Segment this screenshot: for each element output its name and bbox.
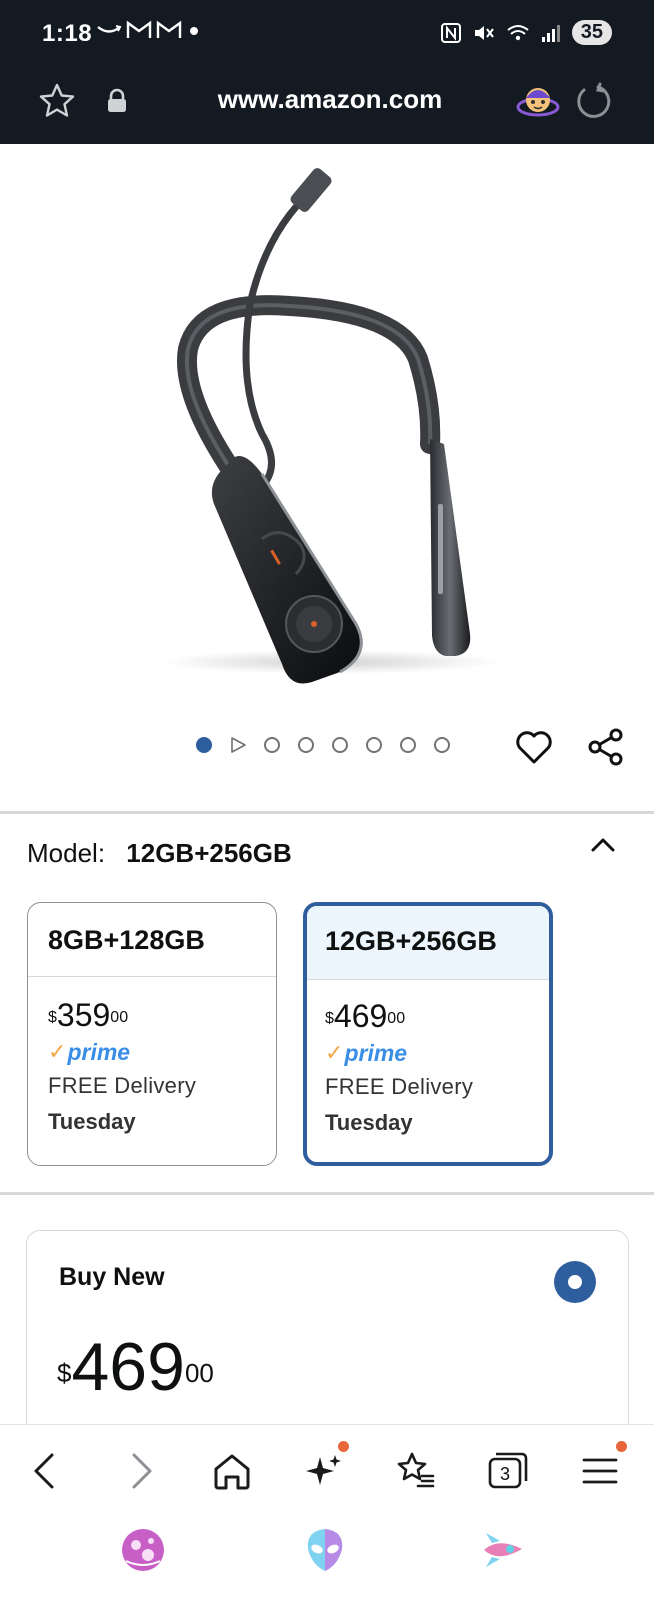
model-selector-header[interactable]: Model: 12GB+256GB: [27, 838, 292, 869]
galaxy-sticker-icon[interactable]: [118, 1525, 168, 1575]
carousel-dot[interactable]: [400, 737, 416, 753]
prime-check-icon: ✓: [325, 1040, 344, 1065]
variant-price: $35900: [48, 997, 256, 1033]
carousel-dot[interactable]: [264, 737, 280, 753]
extension-avatar-icon[interactable]: [516, 80, 560, 124]
currency-symbol: $: [48, 1009, 57, 1026]
delivery-text: FREE Delivery: [48, 1073, 197, 1098]
amazon-smile-icon: [97, 25, 122, 33]
notification-dot: [616, 1441, 627, 1452]
carousel-dots: [196, 737, 450, 753]
price-cents: 00: [110, 1009, 129, 1026]
currency-symbol: $: [325, 1010, 334, 1027]
browser-bottom-nav: 3: [0, 1424, 654, 1600]
model-label: Model:: [27, 838, 106, 868]
image-carousel-controls: [0, 725, 654, 769]
buy-new-price: $46900: [57, 1327, 214, 1407]
nfc-icon: [440, 22, 461, 43]
gmail-icon: [126, 20, 152, 38]
price-whole: 469: [71, 1329, 185, 1405]
buy-new-title: Buy New: [59, 1263, 165, 1291]
carousel-dot[interactable]: [332, 737, 348, 753]
section-divider: [0, 811, 654, 814]
prime-text: prime: [344, 1039, 408, 1066]
url-text[interactable]: www.amazon.com: [180, 84, 480, 115]
reload-icon[interactable]: [574, 82, 612, 120]
alien-icon[interactable]: [300, 1525, 350, 1575]
tabs-button[interactable]: 3: [486, 1449, 530, 1493]
variant-price: $46900: [325, 998, 531, 1034]
delivery-day: Tuesday: [325, 1110, 413, 1135]
currency-symbol: $: [57, 1358, 72, 1388]
price-cents: 00: [387, 1010, 406, 1027]
carousel-dot[interactable]: [434, 737, 450, 753]
bookmark-star-icon[interactable]: [38, 82, 76, 120]
share-icon[interactable]: [586, 727, 626, 767]
price-whole: 469: [333, 998, 388, 1034]
video-play-icon[interactable]: [230, 737, 246, 753]
menu-button[interactable]: [578, 1441, 627, 1493]
model-selected-value: 12GB+256GB: [126, 838, 292, 868]
browser-top-bar: 1:18 35 www.amazon.com: [0, 0, 654, 144]
carousel-dot[interactable]: [366, 737, 382, 753]
home-icon[interactable]: [210, 1449, 254, 1493]
ai-sparkle-icon: [306, 1455, 341, 1485]
battery-badge: 35: [571, 20, 612, 45]
gmail-icon: [156, 20, 182, 38]
price-whole: 359: [56, 997, 111, 1033]
neckband-device-image: [160, 168, 500, 684]
forward-icon[interactable]: [118, 1449, 162, 1493]
dot-icon: [190, 27, 198, 35]
carousel-dot[interactable]: [298, 737, 314, 753]
heart-icon[interactable]: [514, 727, 554, 767]
back-icon[interactable]: [24, 1449, 68, 1493]
variant-option-12gb[interactable]: 12GB+256GB $46900 ✓ prime FREE Delivery T…: [303, 902, 553, 1166]
price-cents: 00: [184, 1358, 214, 1388]
delivery-text: FREE Delivery: [325, 1074, 474, 1099]
prime-badge: ✓ prime: [48, 1037, 256, 1067]
product-image[interactable]: [0, 144, 654, 704]
section-divider: [0, 1192, 654, 1195]
buy-new-radio[interactable]: [554, 1261, 596, 1303]
bookmarks-icon[interactable]: [394, 1449, 438, 1493]
menu-icon: [582, 1458, 618, 1484]
delivery-day: Tuesday: [48, 1109, 136, 1134]
variant-option-8gb[interactable]: 8GB+128GB $35900 ✓ prime FREE Delivery Tu…: [27, 902, 277, 1166]
status-bar: 1:18 35: [0, 0, 654, 68]
prime-check-icon: ✓: [48, 1039, 67, 1064]
notification-icons: [96, 20, 202, 40]
wifi-icon: [507, 24, 529, 40]
rocket-icon[interactable]: [478, 1525, 528, 1575]
prime-badge: ✓ prime: [325, 1038, 531, 1068]
mute-icon: [474, 25, 494, 40]
ai-sparkle-button[interactable]: [302, 1441, 349, 1493]
variant-name: 8GB+128GB: [28, 903, 276, 977]
url-bar: www.amazon.com: [0, 68, 654, 144]
status-time: 1:18: [42, 20, 93, 47]
signal-icon: [541, 24, 560, 42]
prime-text: prime: [67, 1038, 131, 1065]
chevron-up-icon[interactable]: [590, 832, 616, 858]
notification-dot: [338, 1441, 349, 1452]
system-icons: 35: [440, 20, 612, 45]
variant-name: 12GB+256GB: [307, 906, 549, 980]
tab-count: 3: [499, 1464, 510, 1484]
carousel-dot-active[interactable]: [196, 737, 212, 753]
lock-icon[interactable]: [106, 88, 128, 114]
